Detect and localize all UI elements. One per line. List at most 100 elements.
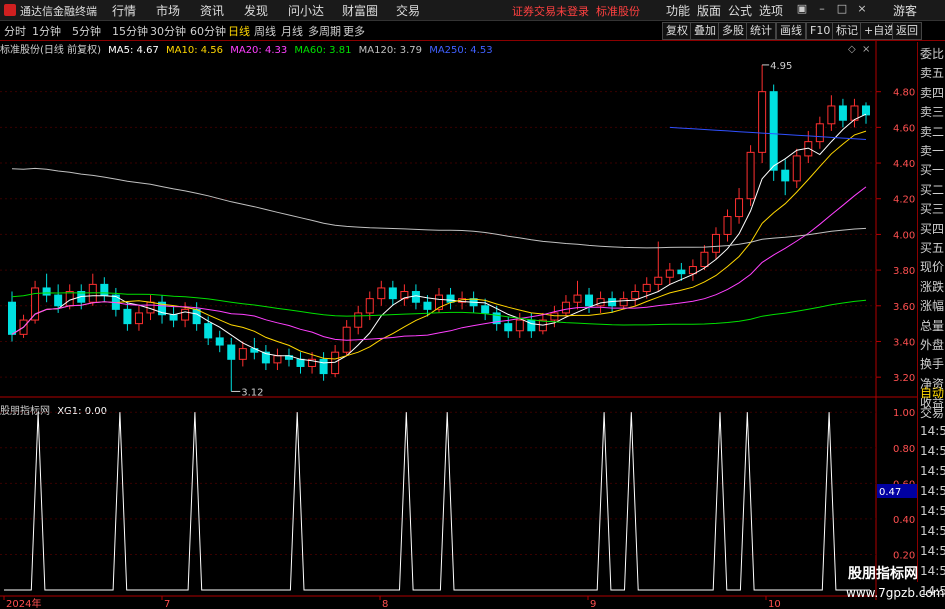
candle-body xyxy=(365,298,374,314)
quote-field-label: 委比 xyxy=(920,47,945,61)
candle-body xyxy=(238,348,247,360)
indicator-tick-label: 1.00 xyxy=(893,408,915,419)
quote-field-label: 买四 xyxy=(920,221,945,236)
time-axis-label: 9 xyxy=(590,599,596,609)
candle-body xyxy=(758,91,767,153)
quote-field-label: 涨幅 xyxy=(920,299,945,314)
candle-body xyxy=(700,251,709,268)
quote-time-label: 14:56 xyxy=(920,524,945,538)
price-tick-label: 3.80 xyxy=(893,266,915,277)
candle-body xyxy=(815,123,824,143)
quote-time-label: 14:56 xyxy=(920,444,945,458)
price-tick-label: 3.60 xyxy=(893,302,915,313)
candle-body xyxy=(8,301,16,335)
candle-body xyxy=(665,269,674,278)
quote-field-label: 买二 xyxy=(920,182,945,197)
price-tick-label: 4.40 xyxy=(893,159,915,170)
candle-body xyxy=(781,169,790,182)
candle-body xyxy=(723,216,732,235)
candle-body xyxy=(411,291,420,303)
quote-field-label: 总量 xyxy=(920,318,945,333)
ma10-line xyxy=(11,130,867,360)
candle-body xyxy=(746,151,755,200)
quote-time-label: 14:55 xyxy=(920,424,945,438)
time-axis-label: 7 xyxy=(164,599,170,609)
quote-time-label: 14:56 xyxy=(920,564,945,578)
candle-body xyxy=(654,276,663,285)
candle-body xyxy=(561,301,570,314)
time-axis-label: 10 xyxy=(768,599,781,609)
candle-body xyxy=(631,291,640,300)
candle-body xyxy=(481,305,490,314)
candle-body xyxy=(515,319,524,332)
candle-body xyxy=(215,337,224,346)
price-tick-label: 4.20 xyxy=(893,195,915,206)
quote-field-label: 卖一 xyxy=(920,144,945,158)
candle-body xyxy=(388,287,397,300)
indicator-tick-label: 0.20 xyxy=(893,550,915,561)
candle-body xyxy=(550,312,559,321)
candle-body xyxy=(65,291,74,307)
quote-time-label: 交易 xyxy=(920,406,945,420)
candle-body xyxy=(504,323,513,332)
candle-body xyxy=(354,312,363,328)
price-tick-label: 3.40 xyxy=(893,337,915,348)
quote-time-label: 14:56 xyxy=(920,484,945,498)
candle-body xyxy=(296,358,305,367)
candle-body xyxy=(31,287,40,321)
candle-body xyxy=(54,294,63,307)
candle-body xyxy=(838,105,847,121)
indicator-tick-label: 0.80 xyxy=(893,444,915,455)
candle-body xyxy=(735,198,744,218)
price-tick-label: 4.60 xyxy=(893,123,915,134)
candle-body xyxy=(192,308,201,325)
price-tick-label: 3.20 xyxy=(893,373,915,384)
candle-body xyxy=(527,319,536,332)
candle-body xyxy=(377,287,386,300)
indicator-value-label: 0.47 xyxy=(879,487,901,498)
candle-body xyxy=(711,233,720,253)
candle-body xyxy=(827,105,836,125)
quote-time-label: 14:56 xyxy=(920,464,945,478)
quote-field-label: 换手 xyxy=(920,357,945,372)
candle-body xyxy=(204,323,213,339)
watermark-title: 股朋指标网 xyxy=(848,566,918,582)
candle-body xyxy=(227,344,236,360)
candle-body xyxy=(769,91,778,171)
candle-body xyxy=(573,294,582,303)
quote-field-label: 卖三 xyxy=(920,105,945,120)
candle-body xyxy=(181,308,190,321)
candle-body xyxy=(319,358,328,375)
quote-time-label[interactable]: 自动 xyxy=(920,384,945,401)
candle-body xyxy=(134,312,143,325)
candle-body xyxy=(585,294,594,307)
time-axis-label: 2024年 xyxy=(6,597,41,609)
candle-body xyxy=(123,308,132,325)
candle-body xyxy=(446,294,455,303)
watermark-url: www.7gpzb.com xyxy=(846,586,945,600)
quote-field-label: 卖四 xyxy=(920,85,945,100)
candle-body xyxy=(331,351,340,375)
quote-field-label: 买一 xyxy=(920,163,945,178)
ma5-line xyxy=(11,113,867,364)
quote-field-label: 买三 xyxy=(920,202,945,217)
indicator-tick-label: 0.40 xyxy=(893,515,915,526)
xg1-line xyxy=(4,412,870,591)
candle-body xyxy=(619,298,628,307)
quote-time-label: 14:56 xyxy=(920,544,945,558)
candle-body xyxy=(792,155,801,182)
quote-field-label: 卖五 xyxy=(920,66,945,81)
low-price-label: 3.12 xyxy=(241,387,263,398)
candle-body xyxy=(423,301,432,310)
quote-field-label: 卖二 xyxy=(920,124,945,139)
candle-body xyxy=(273,355,282,364)
ma250-line xyxy=(669,126,867,140)
close-panel-icon: × xyxy=(862,44,870,55)
kline-chart[interactable]: 4.80 4.60 4.40 4.20 4.00 3.80 3.60 3.40 3.20 4.95… xyxy=(0,0,945,609)
candle-body xyxy=(862,105,870,116)
quote-field-label: 现价 xyxy=(920,260,945,275)
quote-field-label: 涨跌 xyxy=(920,279,945,294)
candle-body xyxy=(42,287,51,296)
candle-body xyxy=(642,283,651,293)
price-tick-label: 4.00 xyxy=(893,230,915,241)
